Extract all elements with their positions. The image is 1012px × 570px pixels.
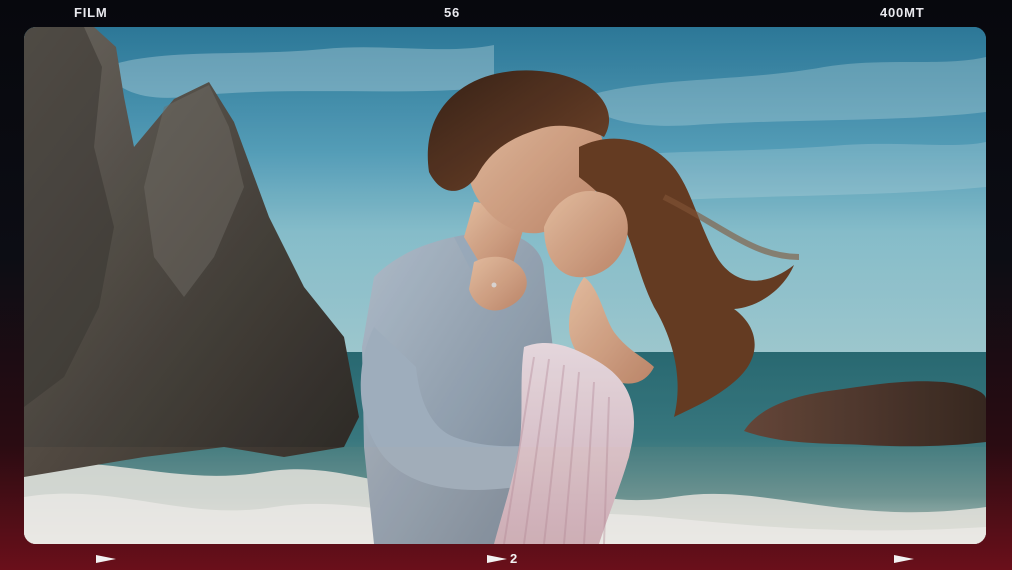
photo-illustration [24,27,986,544]
frame-marker-left [96,553,116,565]
film-label: FILM [74,5,108,20]
triangle-marker-icon [894,555,914,563]
frame-number: 2 [510,551,518,566]
frame-counter-label: 56 [444,5,461,20]
frame-marker-right [894,553,914,565]
triangle-marker-icon [487,555,507,563]
film-frame: FILM 56 400MT 2 [0,0,1012,570]
photo [24,27,986,544]
frame-marker-center: 2 [487,551,518,566]
film-stock-label: 400MT [880,5,925,20]
triangle-marker-icon [96,555,116,563]
